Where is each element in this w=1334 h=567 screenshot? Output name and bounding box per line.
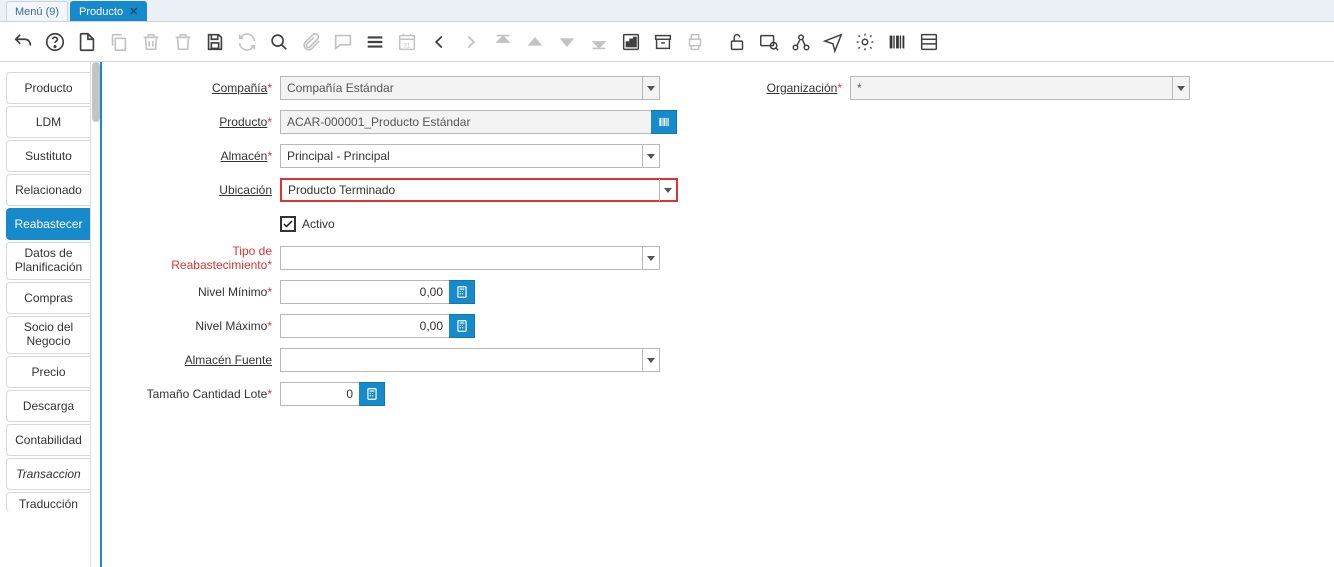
lock-icon[interactable] [722, 27, 752, 57]
label-tipo-reabastecimiento: Tipo de Reabastecimiento* [130, 244, 280, 272]
tab-separator [100, 62, 110, 567]
label-ubicacion: Ubicación [130, 183, 280, 197]
subtab-sustituto[interactable]: Sustituto [6, 140, 90, 172]
subtab-descarga[interactable]: Descarga [6, 390, 90, 422]
dropdown-icon[interactable] [642, 247, 658, 269]
field-organizacion[interactable]: * [850, 76, 1190, 100]
label-organizacion: Organización* [750, 81, 850, 95]
print-icon [680, 27, 710, 57]
app-tab-producto[interactable]: Producto ✕ [70, 1, 147, 21]
process-icon[interactable] [850, 27, 880, 57]
undo-icon[interactable] [8, 27, 38, 57]
main-toolbar: 31 [0, 22, 1334, 62]
dropdown-icon[interactable] [642, 349, 658, 371]
help-icon[interactable] [40, 27, 70, 57]
subtab-compras[interactable]: Compras [6, 282, 90, 314]
svg-text:31: 31 [403, 42, 411, 49]
next-record-icon [552, 27, 582, 57]
label-almacen: Almacén* [130, 149, 280, 163]
refresh-icon [232, 27, 262, 57]
label-tam-lote: Tamaño Cantidad Lote* [130, 387, 280, 401]
form-panel: Compañía* Compañía Estándar Producto* AC… [110, 62, 1334, 567]
field-ubicacion-value: Producto Terminado [288, 183, 395, 197]
copy-record-icon [104, 27, 134, 57]
field-producto[interactable]: ACAR-000001_Producto Estándar [280, 110, 652, 134]
checkbox-activo[interactable] [280, 216, 296, 232]
field-ubicacion[interactable]: Producto Terminado [280, 178, 678, 202]
close-icon[interactable]: ✕ [129, 5, 138, 18]
app-tab-menu[interactable]: Menú (9) [6, 1, 68, 21]
calc-tam-lote-button[interactable] [359, 382, 385, 406]
zoom-across-icon[interactable] [754, 27, 784, 57]
quick-form-icon[interactable] [914, 27, 944, 57]
label-nivel-minimo: Nivel Mínimo* [130, 285, 280, 299]
archive-icon[interactable] [648, 27, 678, 57]
subtab-contabilidad[interactable]: Contabilidad [6, 424, 90, 456]
product-lookup-button[interactable] [651, 110, 677, 134]
label-compania: Compañía* [130, 81, 280, 95]
dropdown-icon[interactable] [1172, 77, 1188, 99]
field-tipo-reabastecimiento[interactable] [280, 246, 660, 270]
dropdown-icon[interactable] [642, 77, 658, 99]
field-compania-value: Compañía Estándar [287, 81, 394, 95]
subtab-datos-planificacion[interactable]: Datos de Planificación [6, 242, 90, 280]
request-icon[interactable] [818, 27, 848, 57]
field-almacen-value: Principal - Principal [287, 149, 390, 163]
side-tabs: Producto LDM Sustituto Relacionado Reaba… [0, 62, 100, 567]
field-nivel-maximo[interactable] [280, 314, 450, 338]
save-icon[interactable] [200, 27, 230, 57]
subtab-ldm[interactable]: LDM [6, 106, 90, 138]
previous-record-icon [520, 27, 550, 57]
field-organizacion-value: * [857, 81, 862, 95]
subtab-producto[interactable]: Producto [6, 72, 90, 104]
subtab-traduccion[interactable]: Traducción [6, 492, 90, 512]
dropdown-icon[interactable] [659, 179, 675, 201]
product-info-icon[interactable] [882, 27, 912, 57]
app-tab-menu-label: Menú (9) [15, 6, 59, 18]
field-tam-lote[interactable] [280, 382, 360, 406]
main-area: Producto LDM Sustituto Relacionado Reaba… [0, 62, 1334, 567]
find-icon[interactable] [264, 27, 294, 57]
field-producto-value: ACAR-000001_Producto Estándar [287, 115, 470, 129]
field-almacen-fuente[interactable] [280, 348, 660, 372]
dropdown-icon[interactable] [642, 145, 658, 167]
side-scrollbar[interactable] [90, 62, 100, 567]
subtab-relacionado[interactable]: Relacionado [6, 174, 90, 206]
history-records-icon: 31 [392, 27, 422, 57]
chat-icon [328, 27, 358, 57]
window-tabstrip: Menú (9) Producto ✕ [0, 0, 1334, 22]
toggle-multirow-icon[interactable] [360, 27, 390, 57]
first-record-icon [488, 27, 518, 57]
delete-selection-icon [168, 27, 198, 57]
label-activo: Activo [302, 217, 335, 231]
calc-nivel-maximo-button[interactable] [449, 314, 475, 338]
last-record-icon [584, 27, 614, 57]
parent-record-icon[interactable] [424, 27, 454, 57]
label-nivel-maximo: Nivel Máximo* [130, 319, 280, 333]
calc-nivel-minimo-button[interactable] [449, 280, 475, 304]
app-tab-producto-label: Producto [79, 6, 123, 18]
report-icon[interactable] [616, 27, 646, 57]
side-scrollbar-thumb[interactable] [92, 62, 100, 122]
delete-icon [136, 27, 166, 57]
workflow-icon[interactable] [786, 27, 816, 57]
field-almacen[interactable]: Principal - Principal [280, 144, 660, 168]
subtab-transaccion[interactable]: Transaccion [6, 458, 90, 490]
label-almacen-fuente: Almacén Fuente [130, 353, 280, 367]
subtab-reabastecer[interactable]: Reabastecer [6, 208, 90, 240]
detail-record-icon [456, 27, 486, 57]
label-producto: Producto* [130, 115, 280, 129]
subtab-socio-negocio[interactable]: Socio del Negocio [6, 316, 90, 354]
attachment-icon [296, 27, 326, 57]
subtab-precio[interactable]: Precio [6, 356, 90, 388]
field-compania[interactable]: Compañía Estándar [280, 76, 660, 100]
new-record-icon[interactable] [72, 27, 102, 57]
field-nivel-minimo[interactable] [280, 280, 450, 304]
